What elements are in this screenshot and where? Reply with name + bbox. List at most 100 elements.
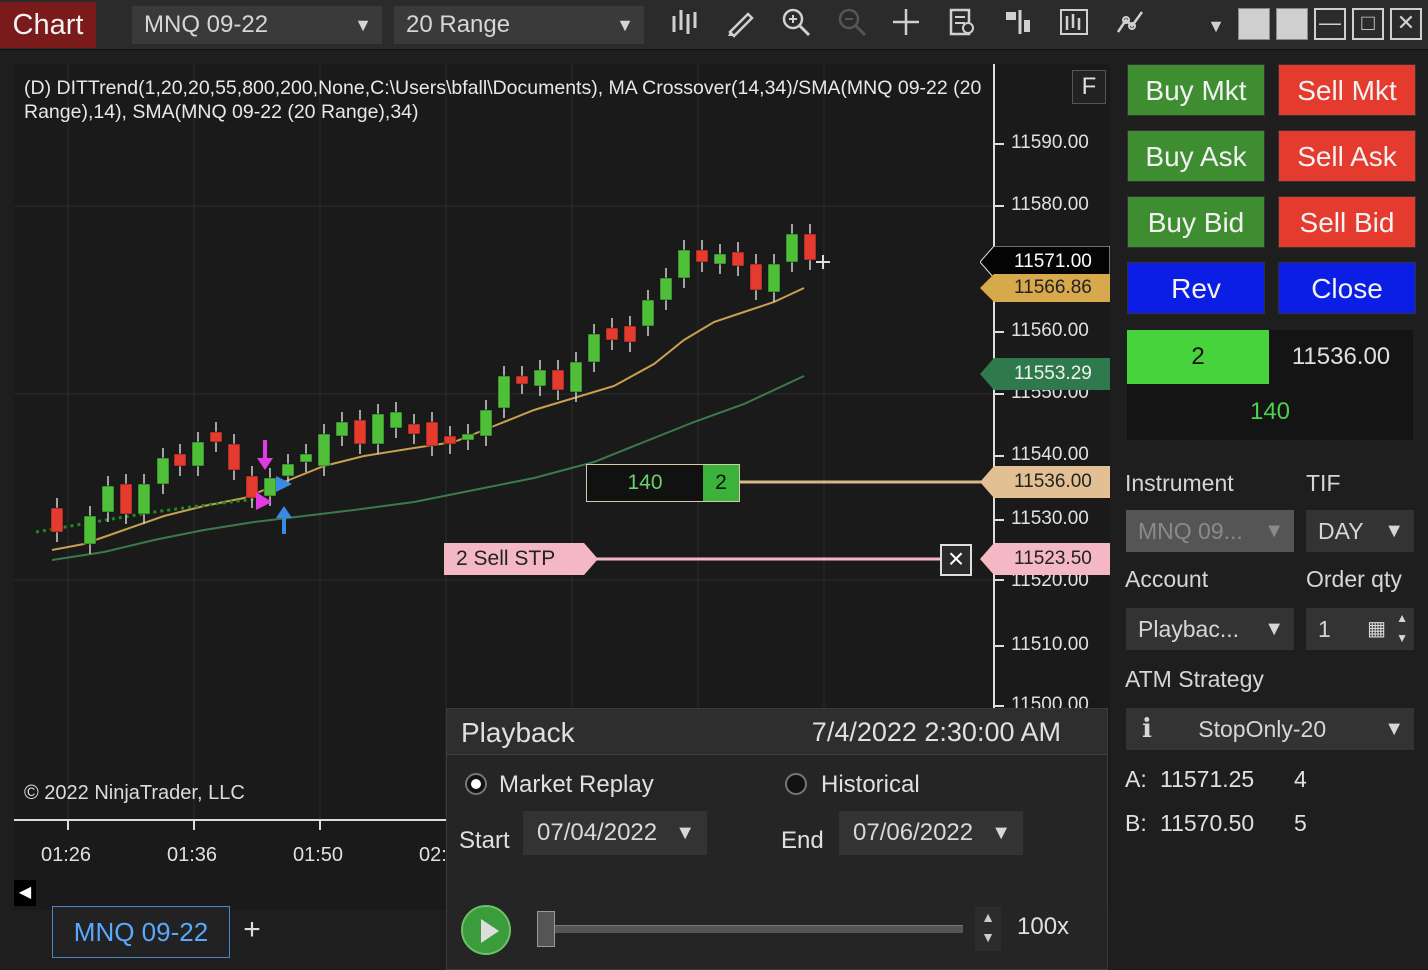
speed-spinner[interactable]: ▲ ▼ [975, 907, 1001, 951]
drawing-tool-icon[interactable] [720, 6, 760, 46]
sma34-marker: 11553.29 [1014, 363, 1092, 384]
start-label: Start [459, 827, 510, 854]
tif-dropdown[interactable]: DAY ▼ [1306, 510, 1414, 552]
candle-body [767, 263, 781, 293]
candle-body [353, 419, 367, 445]
candle-body [461, 433, 475, 441]
order-qty-value: 1 [1318, 616, 1331, 642]
start-date-value: 07/04/2022 [537, 819, 658, 846]
ask-price: 11571.25 [1160, 766, 1255, 792]
chart-f-button[interactable]: F [1072, 70, 1106, 104]
instrument-selector[interactable]: MNQ 09-22 ▼ [132, 6, 382, 44]
indicator-label: (D) DITTrend(1,20,20,55,800,200,None,C:\… [24, 77, 982, 123]
candle-body [443, 435, 457, 445]
qty-spinner-icon[interactable]: ▲ ▼ [1396, 608, 1408, 648]
atm-strategy-label: ATM Strategy [1125, 666, 1264, 692]
bid-label: B: [1125, 810, 1147, 836]
chart-trader-icon[interactable] [1110, 6, 1150, 46]
playback-title: Playback [461, 717, 575, 748]
time-tick: 01:36 [167, 844, 218, 866]
historical-radio[interactable] [785, 773, 807, 795]
candle-body [641, 299, 655, 327]
bar-type-selector[interactable]: 20 Range ▼ [394, 6, 644, 44]
chart-trader-panel: Buy Mkt Sell Mkt Buy Ask Sell Ask Buy Bi… [1112, 50, 1428, 970]
info-icon[interactable]: i [1142, 714, 1152, 744]
sell-ask-button[interactable]: Sell Ask [1278, 130, 1416, 182]
candle-body [497, 375, 511, 409]
strategies-icon[interactable] [1054, 6, 1094, 46]
overflow-chevron-icon[interactable]: ▼ [1196, 6, 1236, 46]
position-order-box[interactable]: 140 2 [586, 464, 740, 502]
account-dropdown-value: Playbac... [1138, 616, 1239, 642]
playback-datetime: 7/4/2022 2:30:00 AM [811, 717, 1061, 747]
sma14-line [51, 287, 805, 551]
bar-type-icon[interactable] [664, 6, 704, 46]
candle-body [749, 263, 763, 291]
playback-slider-track[interactable] [537, 925, 963, 933]
price-tick: 11580.00 [1011, 194, 1089, 215]
indicators-icon[interactable] [998, 6, 1038, 46]
market-replay-radio[interactable] [465, 773, 487, 795]
end-label: End [781, 827, 824, 854]
candle-body [533, 369, 547, 387]
chart-window-tab[interactable]: Chart [0, 2, 96, 48]
minimize-icon[interactable]: — [1314, 8, 1346, 40]
data-box-icon[interactable] [942, 6, 982, 46]
candle-body [191, 441, 205, 467]
bid-price: 11570.50 [1160, 810, 1255, 836]
chevron-down-icon: ▼ [1384, 520, 1404, 542]
account-dropdown[interactable]: Playbac... ▼ [1126, 608, 1294, 650]
maximize-icon[interactable]: □ [1352, 8, 1384, 40]
candle-body [137, 483, 151, 515]
close-position-button[interactable]: Close [1278, 262, 1416, 314]
crosshair-icon[interactable] [886, 6, 926, 46]
candle-body [263, 477, 277, 497]
sell-stop-order-label[interactable]: 2 Sell STP [444, 543, 584, 575]
zoom-in-icon[interactable] [776, 6, 816, 46]
historical-label[interactable]: Historical [821, 771, 920, 799]
price-tick: 11510.00 [1011, 634, 1089, 655]
candle-body [407, 423, 421, 435]
buy-bid-button[interactable]: Buy Bid [1127, 196, 1265, 248]
candle-body [623, 325, 637, 343]
instrument-tab[interactable]: MNQ 09-22 [52, 906, 230, 958]
candle-body [515, 375, 529, 385]
position-quantity[interactable]: 2 [703, 465, 739, 501]
scroll-left-icon[interactable]: ◀ [14, 880, 36, 906]
candle-body [803, 233, 817, 261]
candle-body [587, 333, 601, 363]
candle-body [479, 409, 493, 437]
playback-panel: Playback 7/4/2022 2:30:00 AM Market Repl… [446, 708, 1108, 970]
close-window-icon[interactable]: ✕ [1390, 8, 1422, 40]
ninjatrader-window: Chart MNQ 09-22 ▼ 20 Range ▼ ▼ — □ ✕ (D)… [0, 0, 1428, 970]
end-date-picker[interactable]: 07/06/2022 ▼ [839, 811, 1023, 855]
sell-bid-button[interactable]: Sell Bid [1278, 196, 1416, 248]
account-label: Account [1125, 566, 1209, 592]
zoom-out-icon[interactable] [832, 6, 872, 46]
buy-ask-button[interactable]: Buy Ask [1127, 130, 1265, 182]
candle-body [317, 433, 331, 467]
position-pnl: 140 [627, 471, 663, 494]
window-style-button-1[interactable] [1238, 8, 1270, 40]
buy-market-button[interactable]: Buy Mkt [1127, 64, 1265, 116]
candle-body [569, 361, 583, 393]
window-style-button-2[interactable] [1276, 8, 1308, 40]
candle-body [605, 327, 619, 341]
market-replay-label[interactable]: Market Replay [499, 771, 654, 799]
order-qty-input[interactable]: 1 ▦ ▲ ▼ [1306, 608, 1414, 650]
tif-label: TIF [1306, 470, 1341, 496]
calculator-icon[interactable]: ▦ [1367, 608, 1386, 650]
candle-body [209, 431, 223, 443]
play-icon[interactable] [461, 905, 511, 955]
candle-body [713, 253, 727, 265]
add-tab-button[interactable]: + [234, 910, 270, 950]
start-date-picker[interactable]: 07/04/2022 ▼ [523, 811, 707, 855]
reverse-button[interactable]: Rev [1127, 262, 1265, 314]
playback-slider-thumb[interactable] [537, 911, 555, 947]
atm-strategy-dropdown[interactable]: i StopOnly-20 ▼ [1126, 708, 1414, 750]
instrument-dropdown[interactable]: MNQ 09... ▼ [1126, 510, 1294, 552]
sell-market-button[interactable]: Sell Mkt [1278, 64, 1416, 116]
cancel-order-icon[interactable]: × [940, 544, 972, 576]
candle-body [659, 277, 673, 301]
candlesticks [50, 224, 817, 554]
